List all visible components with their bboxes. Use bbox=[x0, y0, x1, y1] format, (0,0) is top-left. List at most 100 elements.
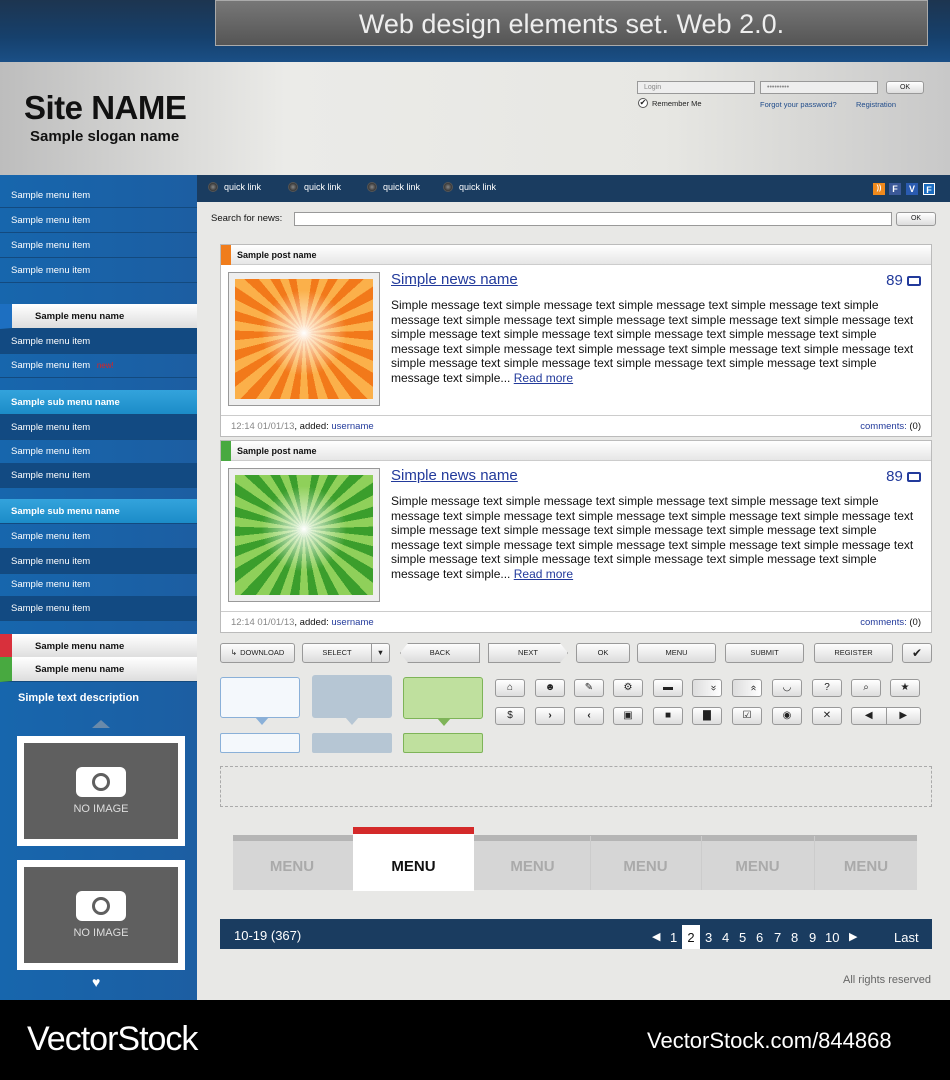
page-link[interactable]: 7 bbox=[774, 930, 781, 945]
select-dropdown[interactable]: SELECT ▼ bbox=[302, 643, 390, 663]
news-title-link[interactable]: Simple news name bbox=[391, 271, 518, 288]
last-page-link[interactable]: Last bbox=[894, 930, 919, 945]
comment-count[interactable]: 89 bbox=[886, 272, 921, 289]
sidebar-item[interactable]: Sample menu item bbox=[0, 258, 197, 283]
ok-button[interactable]: OK bbox=[576, 643, 630, 663]
search-ok-button[interactable]: OK bbox=[896, 212, 936, 226]
chevron-left-icon[interactable]: ‹ bbox=[574, 707, 604, 725]
chat-icon[interactable]: ▬ bbox=[653, 679, 683, 697]
sidebar-item[interactable]: Sample menu item bbox=[0, 549, 197, 574]
sidebar-menu-name[interactable]: Sample menu name bbox=[0, 657, 197, 682]
quick-link[interactable]: quick link bbox=[208, 182, 261, 192]
tab-menu[interactable]: MENU bbox=[233, 836, 351, 890]
sidebar-item[interactable]: Sample menu item bbox=[0, 208, 197, 233]
page-link[interactable]: 9 bbox=[809, 930, 816, 945]
lock-icon[interactable]: ■ bbox=[653, 707, 683, 725]
search-input[interactable] bbox=[294, 212, 892, 226]
gear-icon[interactable]: ⚙ bbox=[613, 679, 643, 697]
cart-icon[interactable]: ☑ bbox=[732, 707, 762, 725]
page-link[interactable]: 4 bbox=[722, 930, 729, 945]
bar-chart-icon[interactable]: ▇ bbox=[692, 707, 722, 725]
page-link[interactable]: 1 bbox=[670, 930, 677, 945]
dollar-icon[interactable]: $ bbox=[495, 707, 525, 725]
camera-icon[interactable]: ◉ bbox=[772, 707, 802, 725]
sidebar-item[interactable]: Sample menu item bbox=[0, 233, 197, 258]
username-link[interactable]: username bbox=[331, 421, 373, 432]
help-icon[interactable]: ? bbox=[812, 679, 842, 697]
tab-menu[interactable]: MENU bbox=[701, 836, 813, 890]
sidebar-item[interactable]: Sample menu item bbox=[0, 329, 197, 354]
tab-menu[interactable]: MENU bbox=[476, 836, 589, 890]
prev-next-toggle[interactable]: ◀ ▶ bbox=[851, 707, 921, 725]
arrow-down-icon[interactable]: ♥ bbox=[92, 974, 100, 990]
post-thumbnail[interactable] bbox=[228, 468, 380, 602]
vk-icon[interactable]: V bbox=[906, 183, 918, 195]
sidebar-menu-name[interactable]: Sample menu name bbox=[0, 634, 197, 659]
tab-menu[interactable]: MENU bbox=[814, 836, 917, 890]
comment-count[interactable]: 89 bbox=[886, 468, 921, 485]
back-button[interactable]: BACK bbox=[400, 643, 480, 663]
username-link[interactable]: username bbox=[331, 617, 373, 628]
page-link[interactable]: 3 bbox=[705, 930, 712, 945]
page-link[interactable]: 6 bbox=[756, 930, 763, 945]
friendfeed-icon[interactable]: F bbox=[923, 183, 935, 195]
rss-icon[interactable]: )) bbox=[873, 183, 885, 195]
quick-link[interactable]: quick link bbox=[288, 182, 341, 192]
page-link[interactable]: 5 bbox=[739, 930, 746, 945]
rss-icon[interactable]: ◡ bbox=[772, 679, 802, 697]
page-link[interactable]: 8 bbox=[791, 930, 798, 945]
quick-link[interactable]: quick link bbox=[443, 182, 496, 192]
sidebar-item[interactable]: Sample menu item bbox=[0, 183, 197, 208]
register-button[interactable]: REGISTER bbox=[814, 643, 893, 663]
text-input-green[interactable] bbox=[403, 733, 483, 753]
save-icon[interactable]: ▣ bbox=[613, 707, 643, 725]
tab-menu-active[interactable]: MENU bbox=[353, 827, 474, 891]
comments-link[interactable]: comments: bbox=[860, 617, 906, 628]
remember-me[interactable]: ✔ Remember Me bbox=[638, 98, 702, 108]
sidebar-sub-menu-name[interactable]: Sample sub menu name bbox=[0, 499, 197, 524]
forgot-password-link[interactable]: Forgot your password? bbox=[760, 100, 837, 109]
sidebar-sub-menu-name[interactable]: Sample sub menu name bbox=[0, 390, 197, 415]
search-icon[interactable]: ⌕ bbox=[851, 679, 881, 697]
news-title-link[interactable]: Simple news name bbox=[391, 467, 518, 484]
download-button[interactable]: ↳ DOWNLOAD bbox=[220, 643, 295, 663]
page-current[interactable]: 2 bbox=[682, 925, 700, 949]
login-ok-button[interactable]: OK bbox=[886, 81, 924, 94]
registration-link[interactable]: Registration bbox=[856, 100, 896, 109]
quick-link[interactable]: quick link bbox=[367, 182, 420, 192]
double-chevron-down-icon[interactable]: » bbox=[692, 679, 722, 697]
drop-zone[interactable] bbox=[220, 766, 932, 807]
text-input-gray[interactable] bbox=[312, 733, 392, 753]
triangle-left-icon[interactable]: ◀ bbox=[852, 708, 887, 724]
next-button[interactable]: NEXT bbox=[488, 643, 568, 663]
double-chevron-up-icon[interactable]: « bbox=[732, 679, 762, 697]
check-icon[interactable]: ✔ bbox=[902, 643, 932, 663]
text-input-blue[interactable] bbox=[220, 733, 300, 753]
comments-link[interactable]: comments: bbox=[860, 421, 906, 432]
sidebar-item-new[interactable]: Sample menu item new! bbox=[0, 353, 197, 378]
close-icon[interactable]: ✕ bbox=[812, 707, 842, 725]
page-link[interactable]: 10 bbox=[825, 930, 839, 945]
read-more-link[interactable]: Read more bbox=[514, 371, 573, 385]
tab-menu[interactable]: MENU bbox=[590, 836, 700, 890]
checkbox-icon[interactable]: ✔ bbox=[638, 98, 648, 108]
menu-button[interactable]: MENU bbox=[637, 643, 716, 663]
post-thumbnail[interactable] bbox=[228, 272, 380, 406]
arrow-up-icon[interactable] bbox=[92, 720, 110, 728]
pencil-icon[interactable]: ✎ bbox=[574, 679, 604, 697]
sidebar-item[interactable]: Sample menu item bbox=[0, 415, 197, 440]
star-icon[interactable]: ★ bbox=[890, 679, 920, 697]
facebook-icon[interactable]: F bbox=[889, 183, 901, 195]
home-icon[interactable]: ⌂ bbox=[495, 679, 525, 697]
sidebar-item[interactable]: Sample menu item bbox=[0, 572, 197, 597]
user-icon[interactable]: ☻ bbox=[535, 679, 565, 697]
chevron-right-icon[interactable]: ▶ bbox=[849, 930, 857, 943]
sidebar-item[interactable]: Sample menu item bbox=[0, 463, 197, 488]
triangle-right-icon[interactable]: ▶ bbox=[887, 708, 921, 724]
chevron-left-icon[interactable]: ◀ bbox=[652, 930, 660, 943]
password-input[interactable]: ••••••••• bbox=[760, 81, 878, 94]
login-input[interactable]: Login bbox=[637, 81, 755, 94]
sidebar-menu-name[interactable]: Sample menu name bbox=[0, 304, 197, 329]
sidebar-item[interactable]: Sample menu item bbox=[0, 524, 197, 549]
read-more-link[interactable]: Read more bbox=[514, 567, 573, 581]
